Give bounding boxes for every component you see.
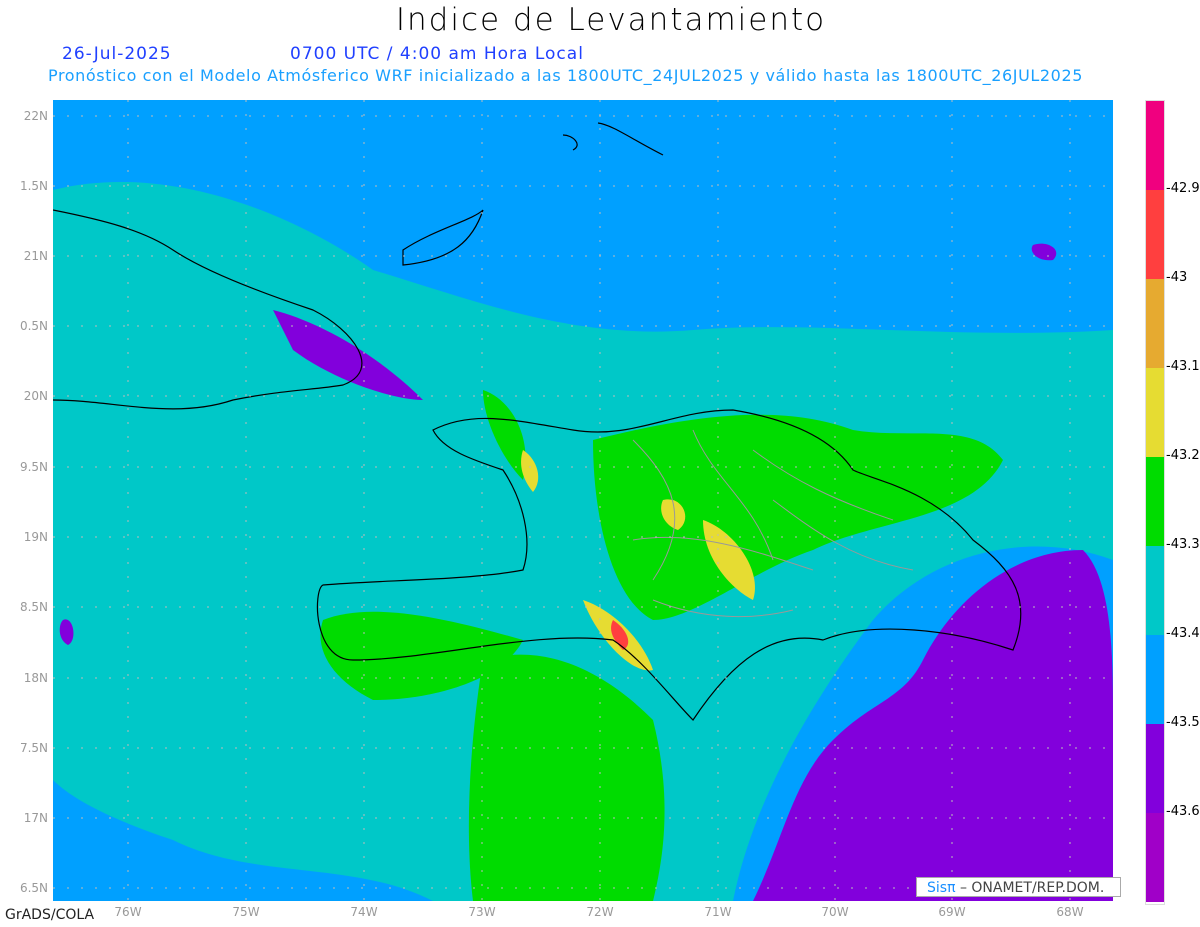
forecast-date: 26-Jul-2025	[62, 44, 172, 64]
forecast-time: 0700 UTC / 4:00 am Hora Local	[290, 44, 584, 64]
legend-swatch	[1146, 724, 1164, 813]
lat-label: 20N	[23, 389, 48, 403]
lat-label: 7.5N	[19, 741, 48, 755]
lat-label: 21N	[23, 249, 48, 263]
legend-swatch	[1146, 546, 1164, 635]
legend-swatch	[1146, 457, 1164, 546]
grads-credit: GrADS/COLA	[5, 907, 95, 923]
legend-label: -43.2	[1166, 448, 1200, 463]
lat-label: 0.5N	[19, 319, 48, 333]
lat-label: 17N	[23, 811, 48, 825]
source-box: Sisπ – ONAMET/REP.DOM.	[916, 877, 1121, 897]
legend-swatch	[1146, 368, 1164, 457]
lon-label: 76W	[114, 905, 142, 919]
lat-label: 9.5N	[19, 460, 48, 474]
lon-label: 73W	[468, 905, 496, 919]
legend-swatch	[1146, 190, 1164, 279]
lat-label: 1.5N	[19, 179, 48, 193]
color-legend	[1145, 100, 1165, 905]
source-text: – ONAMET/REP.DOM.	[959, 880, 1105, 896]
lifted-index-map	[53, 100, 1113, 901]
lon-label: 72W	[586, 905, 614, 919]
lat-label: 8.5N	[19, 600, 48, 614]
legend-label: -43.1	[1166, 359, 1200, 374]
sispi-logo: Sisπ	[927, 880, 956, 896]
lat-label: 19N	[23, 530, 48, 544]
lon-label: 69W	[938, 905, 966, 919]
legend-swatch	[1146, 279, 1164, 368]
chart-title: Indice de Levantamiento	[395, 2, 827, 38]
legend-label: -43.5	[1166, 715, 1200, 730]
legend-swatch	[1146, 813, 1164, 902]
lon-label: 70W	[821, 905, 849, 919]
lon-label: 68W	[1056, 905, 1084, 919]
lat-label: 6.5N	[19, 881, 48, 895]
model-subtitle: Pronóstico con el Modelo Atmósferico WRF…	[48, 66, 1084, 85]
lon-label: 71W	[704, 905, 732, 919]
lon-label: 75W	[232, 905, 260, 919]
legend-label: -43	[1166, 270, 1188, 285]
legend-label: -43.4	[1166, 626, 1200, 641]
lat-label: 18N	[23, 671, 48, 685]
lat-label: 22N	[23, 109, 48, 123]
legend-label: -43.3	[1166, 537, 1200, 552]
legend-swatch	[1146, 635, 1164, 724]
legend-swatch	[1146, 101, 1164, 190]
lon-label: 74W	[350, 905, 378, 919]
legend-label: -42.9	[1166, 181, 1200, 196]
legend-label: -43.6	[1166, 804, 1200, 819]
